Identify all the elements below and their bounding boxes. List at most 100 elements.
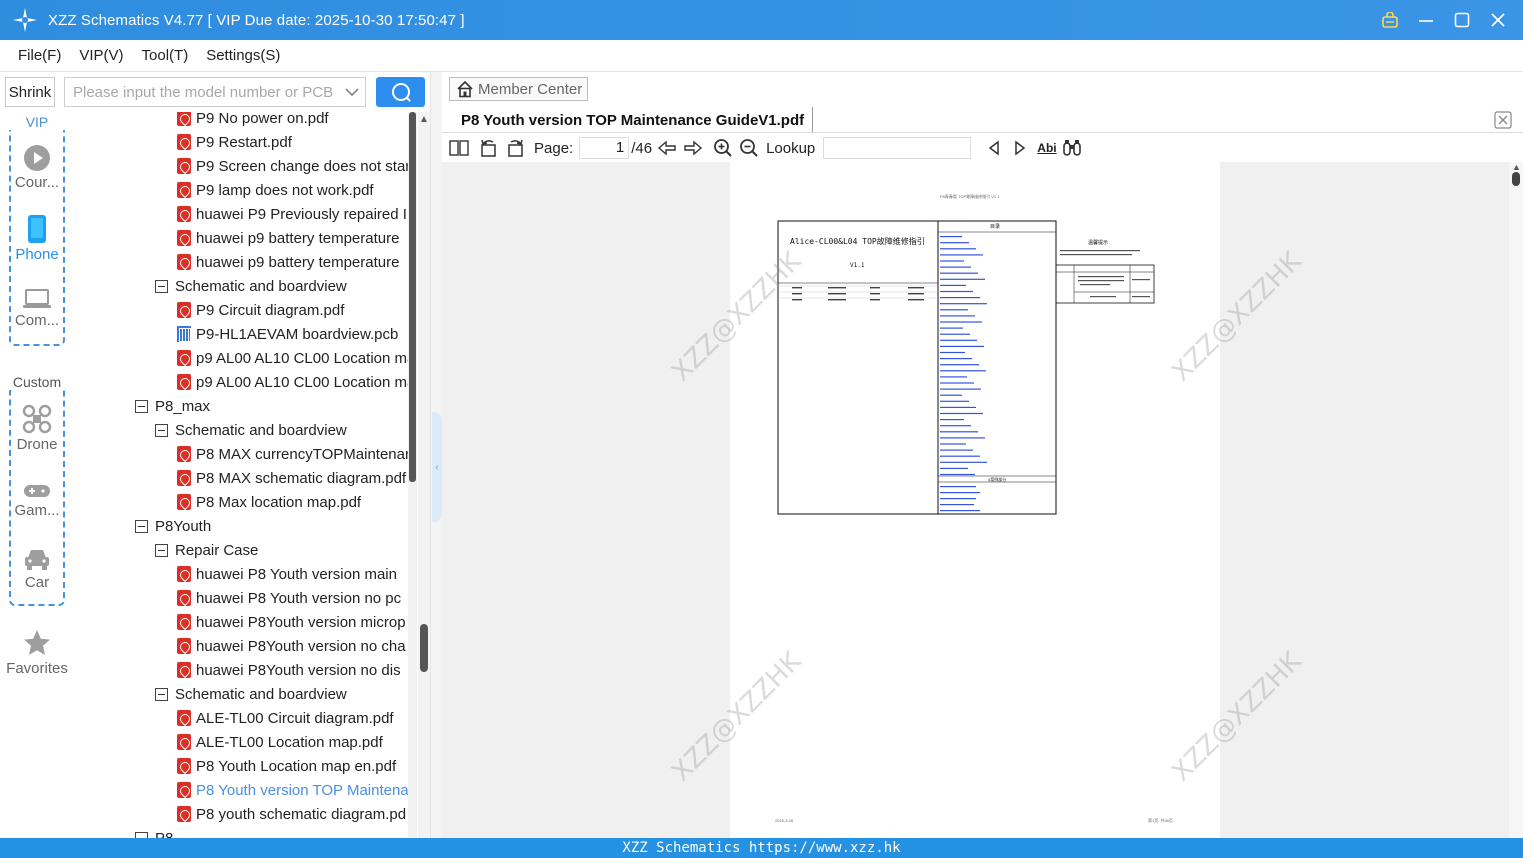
tree-file-row[interactable]: huawei P8Youth version no dis bbox=[177, 658, 401, 682]
tree-folder-row[interactable]: Repair Case bbox=[155, 538, 258, 562]
pdf-file-icon bbox=[177, 638, 191, 654]
panel-splitter[interactable]: ‹ bbox=[430, 72, 442, 838]
model-file-tree: P9 No power on.pdf P9 Restart.pdf P9 Scree… bbox=[75, 112, 417, 838]
pdf-file-icon bbox=[177, 112, 191, 126]
tree-file-row[interactable]: ALE-TL00 Location map.pdf bbox=[177, 730, 383, 754]
rail-item-car[interactable]: Car bbox=[0, 546, 74, 591]
page-number-input[interactable]: 1 bbox=[579, 137, 630, 159]
find-previous-button[interactable] bbox=[983, 136, 1005, 160]
match-case-icon[interactable]: Abi bbox=[1037, 136, 1056, 160]
find-next-button[interactable] bbox=[1009, 136, 1031, 160]
collapse-toggle-icon[interactable] bbox=[155, 543, 168, 557]
tree-file-row[interactable]: p9 AL00 AL10 CL00 Location ma bbox=[177, 346, 415, 370]
rail-item-favorites[interactable]: Favorites bbox=[0, 628, 74, 677]
scrollbar-thumb[interactable] bbox=[420, 624, 428, 672]
collapse-toggle-icon[interactable] bbox=[135, 519, 148, 533]
pdf-file-icon bbox=[177, 566, 191, 582]
close-document-button[interactable] bbox=[1494, 111, 1512, 129]
collapse-toggle-icon[interactable] bbox=[135, 399, 148, 413]
tree-file-row[interactable]: P9 lamp does not work.pdf bbox=[177, 178, 374, 202]
doc-box-version: V1.1 bbox=[850, 262, 865, 269]
binoculars-icon[interactable] bbox=[1061, 136, 1083, 160]
search-button[interactable] bbox=[376, 77, 425, 107]
tree-file-row[interactable]: huawei P8Youth version no cha bbox=[177, 634, 406, 658]
tree-file-row[interactable]: p9 AL00 AL10 CL00 Location ma bbox=[177, 370, 415, 394]
pdf-file-icon bbox=[177, 470, 191, 486]
tree-file-row[interactable]: P8 youth schematic diagram.pd bbox=[177, 802, 406, 826]
rail-item-courses[interactable]: Cour... bbox=[0, 144, 74, 191]
car-icon bbox=[0, 546, 74, 572]
collapse-toggle-icon[interactable] bbox=[155, 687, 168, 701]
collapse-toggle-icon[interactable] bbox=[155, 279, 168, 293]
shrink-button[interactable]: Shrink bbox=[5, 77, 55, 107]
tree-file-row[interactable]: huawei p9 battery temperature bbox=[177, 250, 399, 274]
tree-file-row[interactable]: P9 No power on.pdf bbox=[177, 112, 329, 130]
tree-file-row[interactable]: P9-HL1AEVAM boardview.pcb bbox=[177, 322, 398, 346]
tree-folder-row[interactable]: P8_max bbox=[135, 394, 210, 418]
scroll-up-icon[interactable]: ▲ bbox=[419, 114, 429, 125]
scrollbar-thumb[interactable] bbox=[409, 112, 416, 482]
tree-file-row[interactable]: P9 Restart.pdf bbox=[177, 130, 292, 154]
tree-row-label: p9 AL00 AL10 CL00 Location ma bbox=[196, 349, 416, 367]
scrollbar-thumb[interactable] bbox=[1512, 172, 1520, 186]
menu-file[interactable]: File(F) bbox=[10, 47, 69, 64]
rotate-right-button[interactable] bbox=[504, 136, 526, 160]
two-page-view-button[interactable] bbox=[448, 136, 470, 160]
toc-link-line bbox=[940, 266, 971, 268]
close-button[interactable] bbox=[1487, 9, 1509, 31]
tree-folder-row[interactable]: Schematic and boardview bbox=[155, 274, 347, 298]
tree-scrollbar[interactable]: ▲ bbox=[418, 112, 430, 838]
tree-file-row[interactable]: P8 Youth Location map en.pdf bbox=[177, 754, 396, 778]
collapse-panel-icon[interactable]: ‹ bbox=[432, 412, 442, 522]
pdf-viewer[interactable]: P8青春版 TOP故障维修指引 V1.1 Alice-CL00&L04 TOP故… bbox=[442, 162, 1523, 838]
tree-file-row[interactable]: P8 MAX schematic diagram.pdf bbox=[177, 466, 406, 490]
toc-link-line bbox=[940, 327, 963, 329]
tree-file-row[interactable]: P8 MAX currencyTOPMaintenar bbox=[177, 442, 410, 466]
tree-scrollbar-inner[interactable] bbox=[408, 112, 417, 838]
toc-link-line bbox=[940, 382, 974, 384]
rail-item-computer[interactable]: Com... bbox=[0, 288, 74, 329]
tab-divider bbox=[442, 132, 1523, 133]
pdf-file-icon bbox=[177, 734, 191, 750]
menu-settings[interactable]: Settings(S) bbox=[198, 47, 288, 64]
tree-file-row[interactable]: huawei P9 Previously repaired I bbox=[177, 202, 407, 226]
tree-folder-row[interactable]: P8 bbox=[135, 826, 173, 838]
tree-file-row[interactable]: huawei P8 Youth version no pc bbox=[177, 586, 401, 610]
lookup-input[interactable] bbox=[823, 137, 972, 159]
previous-view-button[interactable] bbox=[656, 136, 678, 160]
model-search-combobox[interactable]: Please input the model number or PCB bbox=[64, 77, 366, 107]
scroll-up-icon[interactable]: ▲ bbox=[1512, 162, 1521, 172]
doc-footer-left: 2015-3-26 bbox=[775, 818, 794, 823]
search-input[interactable]: Please input the model number or PCB bbox=[65, 84, 339, 101]
tree-file-row[interactable]: P8 Youth version TOP Maintena bbox=[177, 778, 409, 802]
menu-tool[interactable]: Tool(T) bbox=[134, 47, 197, 64]
rail-item-games[interactable]: Gam... bbox=[0, 482, 74, 519]
tree-file-row[interactable]: P9 Screen change does not star bbox=[177, 154, 410, 178]
maximize-button[interactable] bbox=[1451, 9, 1473, 31]
minimize-button[interactable] bbox=[1415, 9, 1437, 31]
tree-folder-row[interactable]: Schematic and boardview bbox=[155, 682, 347, 706]
tree-file-row[interactable]: huawei P8 Youth version main bbox=[177, 562, 397, 586]
next-view-button[interactable] bbox=[682, 136, 704, 160]
menu-vip[interactable]: VIP(V) bbox=[71, 47, 131, 64]
tree-file-row[interactable]: P8 Max location map.pdf bbox=[177, 490, 361, 514]
chevron-down-icon[interactable] bbox=[339, 87, 365, 97]
tree-folder-row[interactable]: Schematic and boardview bbox=[155, 418, 347, 442]
zoom-in-button[interactable] bbox=[712, 136, 734, 160]
collapse-toggle-icon[interactable] bbox=[155, 423, 168, 437]
rotate-left-button[interactable] bbox=[478, 136, 500, 160]
viewer-toolbar: Page: 1 /46 Lookup Abi bbox=[442, 134, 1523, 162]
app-logo-icon bbox=[8, 3, 42, 37]
viewer-scrollbar[interactable]: ▲ bbox=[1509, 162, 1523, 838]
document-tab[interactable]: P8 Youth version TOP Maintenance GuideV1… bbox=[449, 107, 813, 133]
lock-icon[interactable] bbox=[1379, 9, 1401, 31]
rail-item-phone[interactable]: Phone bbox=[0, 214, 74, 263]
tree-file-row[interactable]: huawei p9 battery temperature bbox=[177, 226, 399, 250]
tree-folder-row[interactable]: P8Youth bbox=[135, 514, 211, 538]
tree-file-row[interactable]: huawei P8Youth version microp bbox=[177, 610, 406, 634]
zoom-out-button[interactable] bbox=[738, 136, 760, 160]
tree-file-row[interactable]: ALE-TL00 Circuit diagram.pdf bbox=[177, 706, 394, 730]
rail-item-drone[interactable]: Drone bbox=[0, 404, 74, 453]
member-center-button[interactable]: Member Center bbox=[449, 77, 588, 101]
tree-file-row[interactable]: P9 Circuit diagram.pdf bbox=[177, 298, 344, 322]
